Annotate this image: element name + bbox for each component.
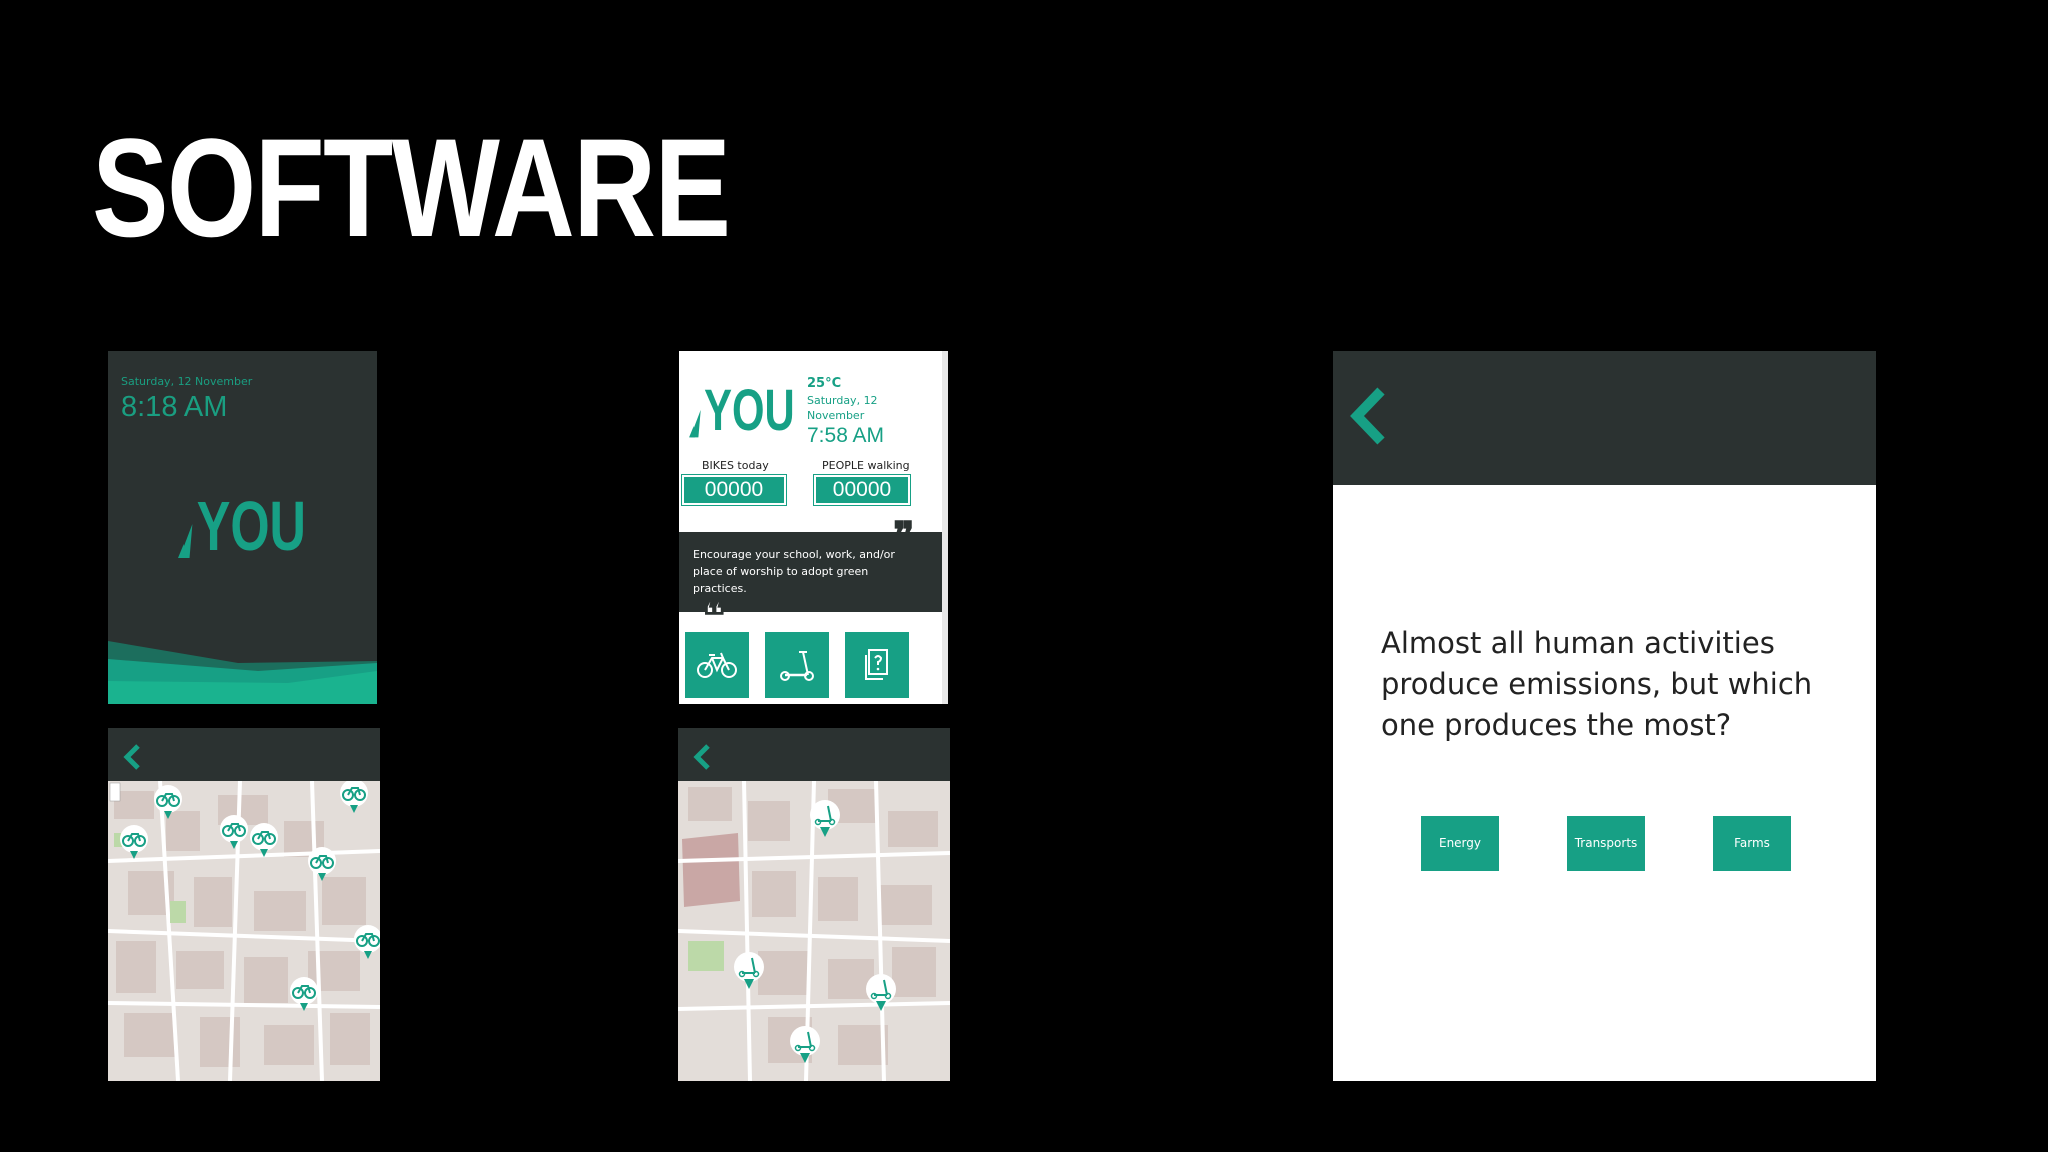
dashboard-date: Saturday, 12 November (807, 394, 878, 422)
back-arrow-icon[interactable] (692, 744, 712, 770)
you-logo: YOU (178, 486, 356, 566)
people-label: PEOPLE walking (822, 459, 910, 472)
scooter-icon (780, 651, 814, 681)
quiz-question: Almost all human activities produce emis… (1381, 626, 1813, 742)
dashboard-time: 7:58 AM (807, 424, 885, 447)
scooter-tile-button[interactable] (765, 632, 829, 698)
lock-screen-panel: Saturday, 12 November 8:18 AM YOU (108, 351, 377, 704)
temperature: 25°C (807, 376, 842, 391)
lock-date: Saturday, 12 November (121, 375, 253, 388)
bike-map[interactable] (108, 781, 380, 1081)
leaf-logo-icon (689, 409, 701, 438)
logo-text: YOU (196, 487, 306, 565)
leaf-logo-icon (178, 524, 193, 558)
slide-title: SOFTWARE (92, 109, 731, 266)
wave-decoration (108, 641, 377, 704)
bike-map-panel (108, 728, 380, 1081)
quiz-icon (865, 649, 888, 680)
scooter-map-panel (678, 728, 950, 1081)
quiz-header (1333, 351, 1876, 485)
answer-energy-button[interactable]: Energy (1421, 816, 1499, 871)
bike-tile-button[interactable] (685, 632, 749, 698)
bikes-label: BIKES today (702, 459, 769, 472)
quiz-tile-button[interactable] (845, 632, 909, 698)
logo-text: YOU (704, 378, 795, 443)
back-arrow-icon[interactable] (1349, 387, 1387, 445)
dashboard-panel: YOU 25°C Saturday, 12 November 7:58 AM B… (679, 351, 948, 704)
people-counter: 00000 (814, 475, 910, 505)
answer-transports-button[interactable]: Transports (1567, 816, 1645, 871)
bikes-counter: 00000 (682, 475, 786, 505)
back-arrow-icon[interactable] (122, 744, 142, 770)
scooter-map[interactable] (678, 781, 950, 1081)
scrollbar[interactable] (942, 351, 948, 704)
lock-time: 8:18 AM (121, 391, 228, 423)
quiz-panel: Almost all human activities produce emis… (1333, 351, 1876, 1081)
eco-tip: Encourage your school, work, and/or plac… (693, 548, 895, 595)
answer-farms-button[interactable]: Farms (1713, 816, 1791, 871)
bicycle-icon (697, 652, 737, 678)
quote-close-icon: ❝ (702, 592, 725, 639)
